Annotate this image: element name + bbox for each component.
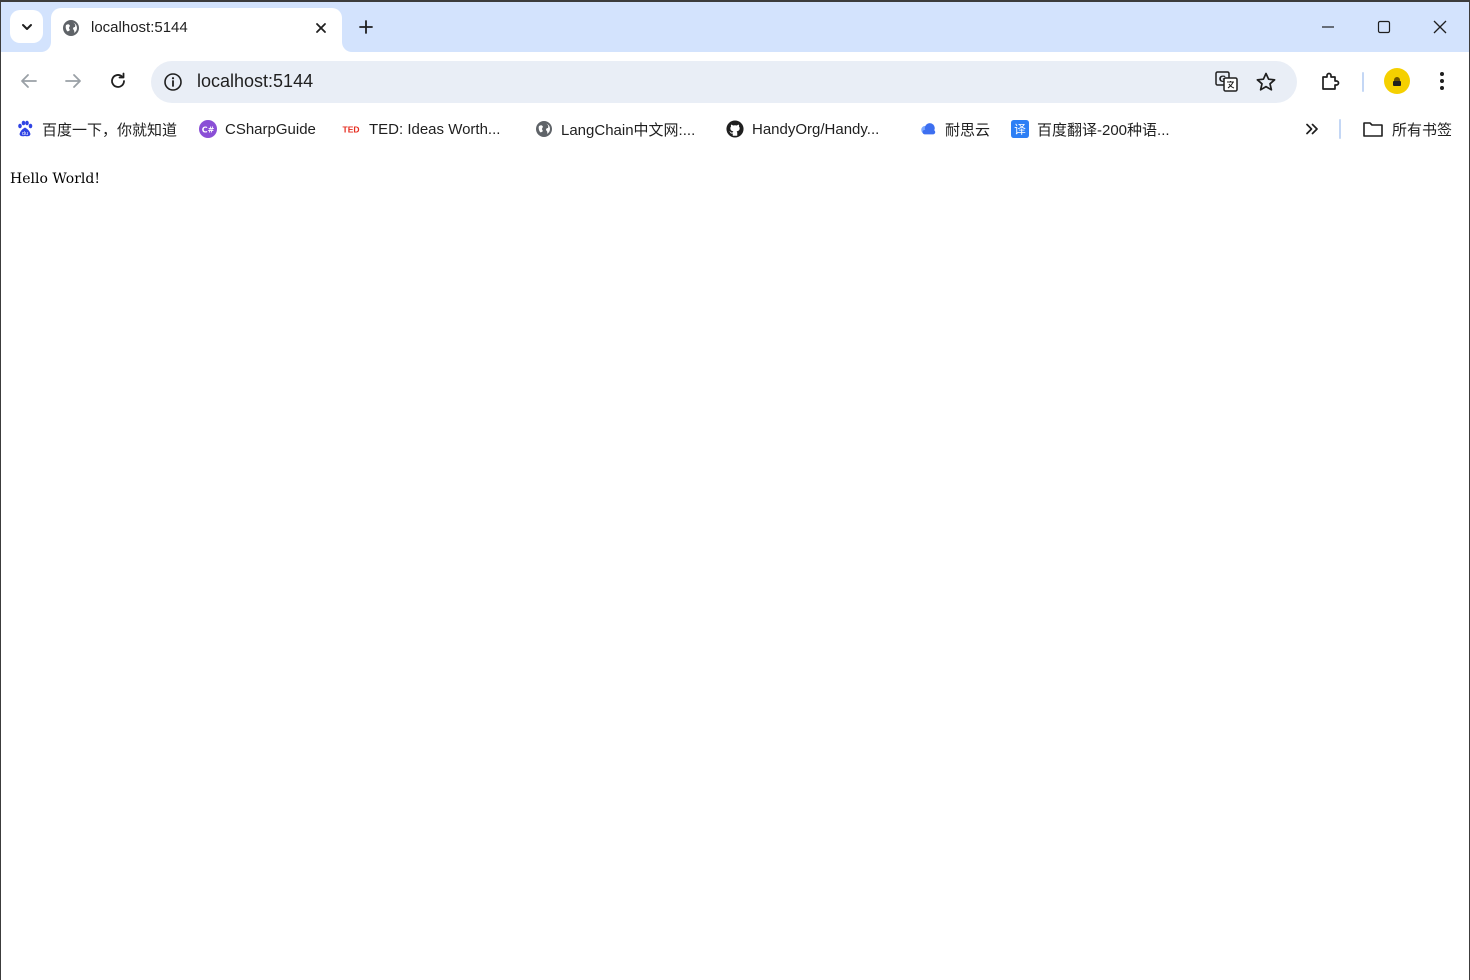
plus-icon [359,20,373,34]
tab-title: localhost:5144 [91,19,188,36]
menu-button[interactable] [1429,68,1455,94]
tab-search-button[interactable] [10,10,43,43]
bookmark-label: HandyOrg/Handy... [752,120,880,138]
tab-strip: localhost:5144 [1,2,1469,52]
minimize-icon [1322,26,1334,28]
bookmarks-divider [1339,119,1341,139]
browser-window: localhost:5144 localhost:5144 G du 百度一下，… [0,0,1470,980]
bookmark-label: TED: Ideas Worth... [369,120,501,138]
csharp-icon: C# [199,120,217,138]
extensions-button[interactable] [1318,68,1344,94]
close-window-button[interactable] [1427,14,1453,40]
cloud-icon [919,120,937,138]
bookmark-handyorg[interactable]: HandyOrg/Handy... [726,118,879,140]
bookmark-label: CSharpGuide [225,120,316,138]
globe-icon [63,20,79,36]
toolbar-divider [1362,72,1364,92]
bookmark-csharpguide[interactable]: C# CSharpGuide [199,118,316,140]
translate-icon[interactable]: G [1215,71,1239,93]
bookmark-naisiyun[interactable]: 耐思云 [919,118,990,140]
bookmark-ted[interactable]: TED TED: Ideas Worth... [341,118,501,140]
reload-button[interactable] [105,68,131,94]
url-text[interactable]: localhost:5144 [197,71,313,92]
maximize-icon [1377,20,1391,34]
bookmarks-overflow-button[interactable] [1301,119,1323,139]
bookmark-star-icon[interactable] [1255,71,1277,93]
arrow-right-icon [65,74,81,88]
profile-avatar[interactable] [1384,68,1410,94]
svg-text:C#: C# [202,126,215,135]
page-text: Hello World! [10,171,100,187]
arrow-left-icon [21,74,37,88]
globe-icon [535,120,553,138]
page-content: Hello World! [1,148,1469,980]
bookmark-baidu[interactable]: du 百度一下，你就知道 [16,118,177,140]
puzzle-icon [1322,72,1340,90]
baidu-translate-icon: 译 [1011,120,1029,138]
bookmark-baidu-translate[interactable]: 译 百度翻译-200种语... [1011,118,1170,140]
toolbar: localhost:5144 G [1,52,1469,110]
bookmark-label: 百度翻译-200种语... [1037,121,1170,139]
close-icon [316,23,326,33]
svg-text:du: du [22,131,28,137]
tab-close-button[interactable] [311,18,331,38]
site-info-icon[interactable] [163,72,183,92]
bookmarks-bar: du 百度一下，你就知道 C# CSharpGuide TED TED: Ide… [1,110,1469,148]
reload-icon [111,72,125,88]
bookmark-label: 耐思云 [945,121,991,139]
all-bookmarks-label: 所有书签 [1392,121,1453,139]
new-tab-button[interactable] [355,16,377,38]
baidu-paw-icon: du [16,120,34,138]
maximize-button[interactable] [1371,14,1397,40]
folder-icon [1362,120,1384,138]
minimize-button[interactable] [1315,14,1341,40]
profile-icon [1393,77,1401,86]
ted-icon: TED [341,120,361,138]
chevron-double-right-icon [1306,123,1318,135]
svg-text:译: 译 [1014,123,1026,137]
bookmark-label: 百度一下，你就知道 [42,121,178,139]
more-vertical-icon [1440,72,1444,90]
chevron-down-icon [21,23,32,30]
bookmark-label: LangChain中文网:... [561,121,696,139]
bookmark-langchain[interactable]: LangChain中文网:... [535,118,695,140]
github-icon [726,120,744,138]
address-bar[interactable]: localhost:5144 G [151,61,1297,103]
svg-text:TED: TED [343,125,360,135]
forward-button[interactable] [60,68,86,94]
back-button[interactable] [16,68,42,94]
close-icon [1433,20,1447,34]
tab-active[interactable]: localhost:5144 [51,8,342,52]
all-bookmarks-button[interactable]: 所有书签 [1362,118,1452,140]
